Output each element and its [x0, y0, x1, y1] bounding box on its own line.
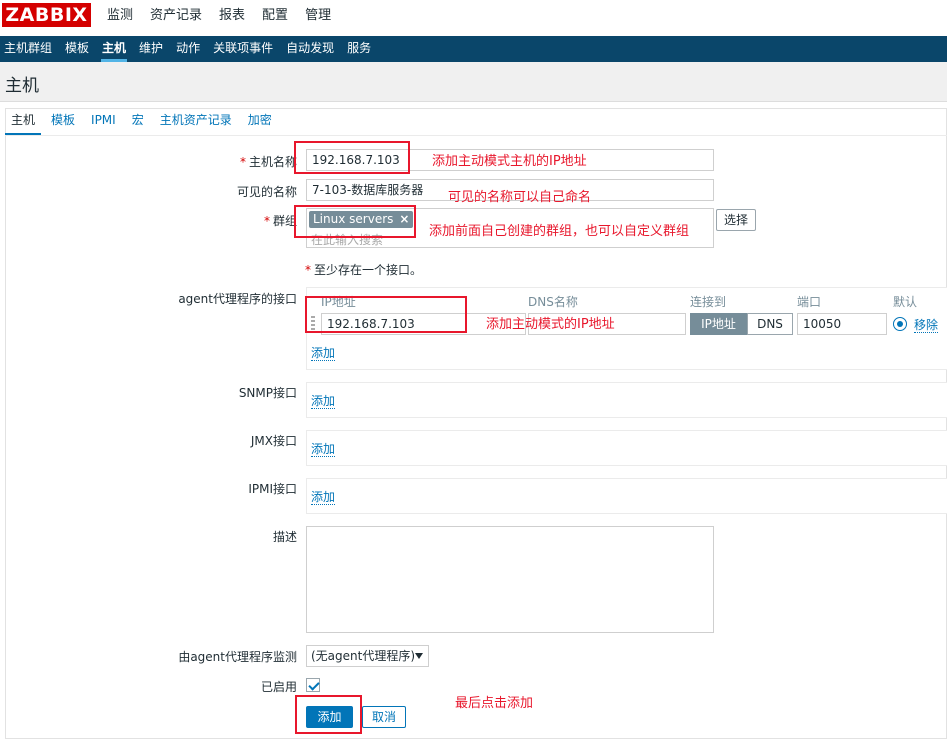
- zabbix-logo[interactable]: ZABBIX: [2, 3, 91, 27]
- add-agent-interface-link[interactable]: 添加: [311, 346, 336, 361]
- jmx-interfaces-label: JMX接口: [250, 434, 297, 448]
- annotation-host-name: 添加主动模式主机的IP地址: [432, 154, 587, 169]
- connect-to-dns-toggle[interactable]: DNS: [747, 313, 793, 335]
- tab-templates[interactable]: 模板: [45, 108, 81, 136]
- monitored-by-proxy-select[interactable]: (无agent代理程序): [306, 645, 429, 667]
- top-menu-monitoring[interactable]: 监测: [107, 6, 133, 26]
- form-tabs: 主机 模板 IPMI 宏 主机资产记录 加密: [5, 108, 292, 136]
- annotation-groups: 添加前面自己创建的群组，也可以自定义群组: [429, 224, 690, 239]
- agent-interfaces-label: agent代理程序的接口: [178, 292, 297, 306]
- ipmi-interfaces-section: [306, 478, 947, 514]
- title-bar: 主机: [0, 62, 947, 102]
- add-snmp-interface-link[interactable]: 添加: [311, 394, 336, 409]
- top-bar: ZABBIX 监测 资产记录 报表 配置 管理: [0, 0, 947, 36]
- chevron-down-icon: [415, 653, 423, 659]
- top-menu: 监测 资产记录 报表 配置 管理: [107, 6, 348, 26]
- visible-name-label: 可见的名称: [236, 185, 297, 199]
- subnav-maintenance[interactable]: 维护: [139, 36, 163, 62]
- connect-to-ip-toggle[interactable]: IP地址: [690, 313, 747, 335]
- snmp-interfaces-label: SNMP接口: [238, 386, 297, 400]
- subnav-host-groups[interactable]: 主机群组: [4, 36, 52, 62]
- tab-encryption[interactable]: 加密: [242, 108, 278, 136]
- top-menu-configuration[interactable]: 配置: [262, 6, 288, 26]
- remove-interface-link[interactable]: 移除: [914, 318, 939, 333]
- default-interface-radio[interactable]: [893, 317, 907, 331]
- subnav-event-correlation[interactable]: 关联项事件: [213, 36, 273, 62]
- tabs-divider: [5, 135, 947, 136]
- subnav-discovery[interactable]: 自动发现: [286, 36, 334, 62]
- add-ipmi-interface-link[interactable]: 添加: [311, 490, 336, 505]
- snmp-interfaces-section: [306, 382, 947, 418]
- top-menu-inventory[interactable]: 资产记录: [150, 6, 202, 26]
- host-name-label: * 主机名称: [239, 155, 297, 169]
- top-menu-reports[interactable]: 报表: [219, 6, 245, 26]
- sub-nav: 主机群组 模板 主机 维护 动作 关联项事件 自动发现 服务: [0, 36, 947, 62]
- add-jmx-interface-link[interactable]: 添加: [311, 442, 336, 457]
- annotation-box-groups: [294, 205, 416, 238]
- col-default: 默认: [893, 295, 918, 309]
- annotation-visible-name: 可见的名称可以自己命名: [448, 190, 592, 205]
- tab-inventory[interactable]: 主机资产记录: [154, 108, 238, 136]
- tab-ipmi[interactable]: IPMI: [85, 108, 122, 136]
- description-textarea[interactable]: [306, 526, 714, 633]
- jmx-interfaces-section: [306, 430, 947, 466]
- subnav-templates[interactable]: 模板: [65, 36, 89, 62]
- col-dns-name: DNS名称: [528, 295, 578, 309]
- groups-label: * 群组: [263, 214, 297, 228]
- top-menu-administration[interactable]: 管理: [305, 6, 331, 26]
- page-title: 主机: [5, 76, 39, 96]
- subnav-services[interactable]: 服务: [347, 36, 371, 62]
- groups-select-button[interactable]: 选择: [716, 209, 757, 231]
- annotation-submit: 最后点击添加: [455, 696, 534, 711]
- interface-required-note: * 至少存在一个接口。: [305, 263, 423, 277]
- description-label: 描述: [272, 530, 297, 544]
- annotation-box-ip: [305, 296, 467, 333]
- col-connect-to: 连接到: [690, 295, 727, 309]
- enabled-checkbox[interactable]: [306, 678, 320, 692]
- monitored-by-proxy-label: 由agent代理程序监测: [178, 650, 297, 664]
- interface-port-input[interactable]: 10050: [797, 313, 887, 335]
- ipmi-interfaces-label: IPMI接口: [248, 482, 297, 496]
- subnav-hosts[interactable]: 主机: [101, 36, 128, 62]
- annotation-ip: 添加主动模式的IP地址: [486, 317, 615, 332]
- enabled-label: 已启用: [260, 680, 297, 694]
- cancel-button[interactable]: 取消: [362, 706, 406, 728]
- tab-macros[interactable]: 宏: [126, 108, 150, 136]
- annotation-box-host-name: [294, 141, 410, 174]
- tab-host[interactable]: 主机: [5, 108, 42, 136]
- annotation-box-add: [295, 695, 362, 734]
- col-port: 端口: [797, 295, 822, 309]
- subnav-actions[interactable]: 动作: [176, 36, 200, 62]
